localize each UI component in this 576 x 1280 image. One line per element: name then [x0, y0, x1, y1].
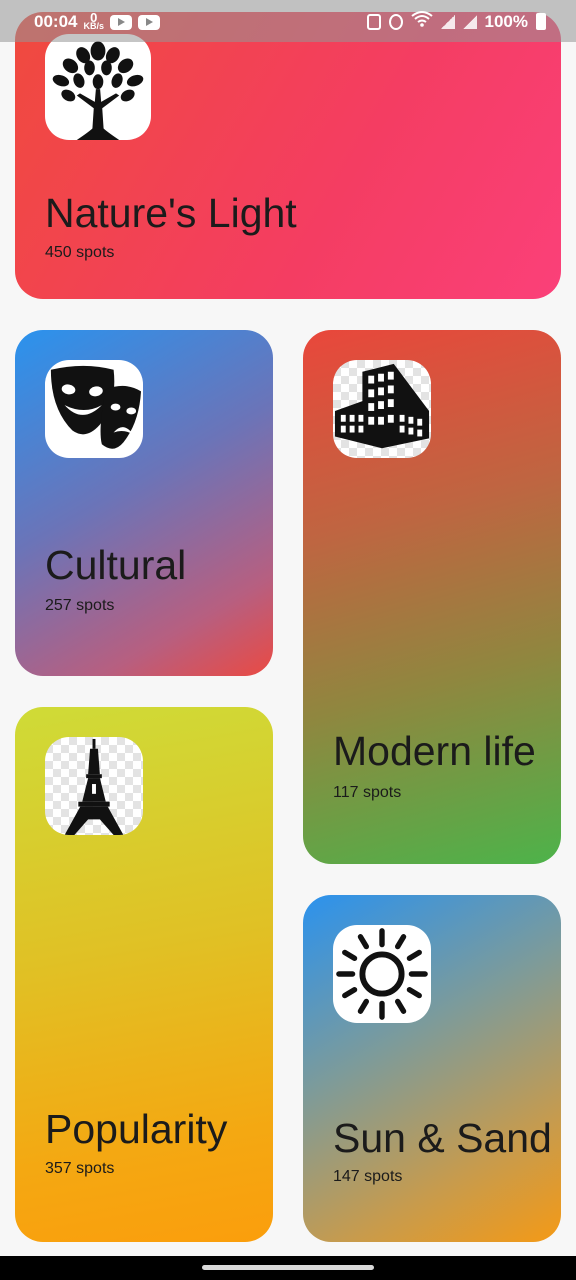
tree-icon	[45, 34, 151, 140]
card-spot-count: 257 spots	[45, 597, 115, 614]
building-icon	[333, 360, 431, 458]
network-speed: 0 KB/s	[83, 11, 104, 31]
category-card-sun-and-sand[interactable]: Sun & Sand 147 spots	[303, 895, 561, 1242]
alarm-icon	[388, 13, 403, 30]
signal-icon	[462, 14, 477, 29]
category-card-popularity[interactable]: Popularity 357 spots	[15, 707, 273, 1242]
youtube-notification-icon	[138, 14, 160, 30]
card-title: Modern life	[333, 728, 536, 774]
signal-icon	[440, 14, 455, 29]
youtube-notification-icon	[110, 14, 132, 30]
battery-icon	[536, 13, 546, 30]
card-title: Nature's Light	[45, 190, 297, 236]
home-gesture-handle[interactable]	[202, 1265, 374, 1270]
category-card-natures-light[interactable]: Nature's Light 450 spots	[15, 12, 561, 299]
theater-masks-icon	[45, 360, 143, 458]
navigation-bar	[0, 1256, 576, 1280]
clock: 00:04	[34, 12, 78, 31]
card-spot-count: 357 spots	[45, 1160, 115, 1177]
eiffel-tower-icon	[45, 737, 143, 835]
card-title: Popularity	[45, 1106, 228, 1152]
card-title: Cultural	[45, 542, 187, 588]
card-spot-count: 147 spots	[333, 1168, 403, 1185]
battery-level: 100%	[484, 11, 528, 31]
sun-icon	[333, 925, 431, 1023]
status-bar: 00:04 0 KB/s 100%	[0, 0, 576, 42]
card-spot-count: 450 spots	[45, 244, 115, 261]
network-speed-unit: KB/s	[83, 21, 104, 31]
card-spot-count: 117 spots	[333, 784, 402, 801]
card-title: Sun & Sand	[333, 1115, 552, 1161]
category-card-cultural[interactable]: Cultural 257 spots	[15, 330, 273, 676]
category-card-modern-life[interactable]: Modern life 117 spots	[303, 330, 561, 864]
recycle-icon	[366, 13, 381, 30]
wifi-icon	[410, 11, 433, 32]
